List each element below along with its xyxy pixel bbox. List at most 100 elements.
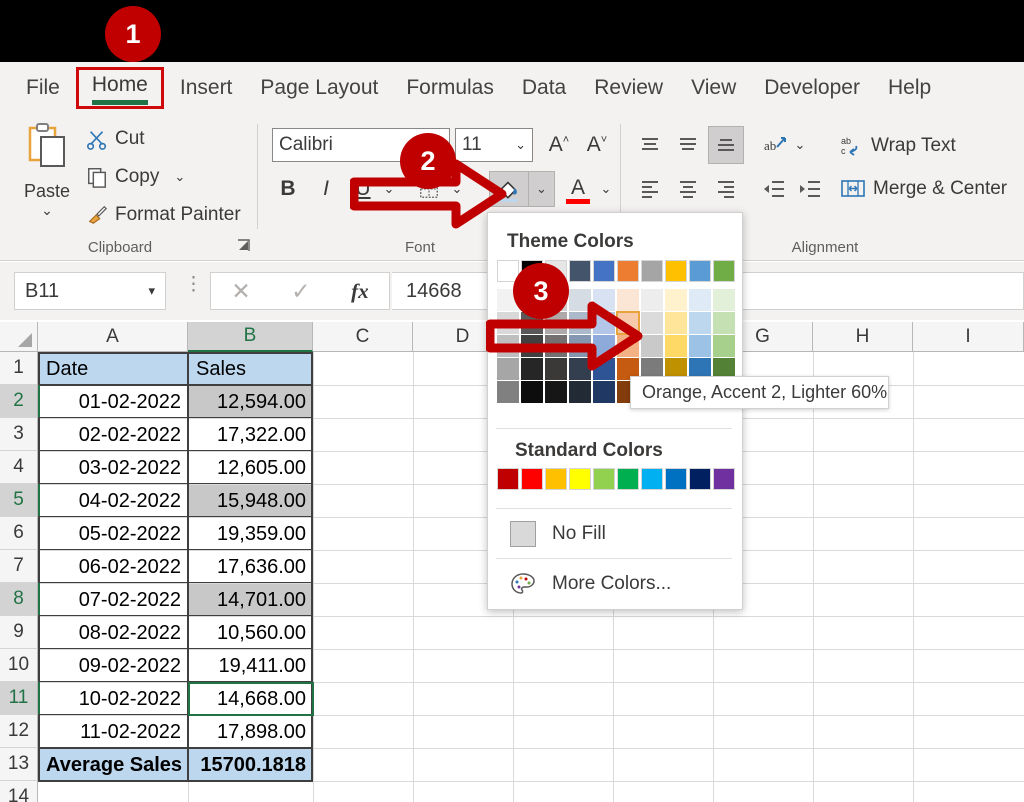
align-right-button[interactable]: [710, 174, 742, 204]
cell-A2[interactable]: 01-02-2022: [39, 386, 188, 418]
column-header-h[interactable]: H: [813, 322, 913, 352]
standard-color-swatch-9[interactable]: [713, 468, 735, 490]
cell-B4[interactable]: 12,605.00: [189, 452, 313, 484]
column-header-c[interactable]: C: [313, 322, 413, 352]
font-color-chevron-down-icon[interactable]: ⌄: [595, 172, 617, 206]
increase-indent-button[interactable]: [794, 174, 826, 204]
fill-color-chevron-down-icon[interactable]: ⌄: [529, 171, 555, 207]
clipboard-dialog-launcher-icon[interactable]: [236, 238, 252, 254]
row-header-9[interactable]: 9: [0, 616, 38, 649]
theme-color-swatch-r2-c8[interactable]: [689, 312, 711, 334]
standard-color-swatch-4[interactable]: [593, 468, 615, 490]
cell-A3[interactable]: 02-02-2022: [39, 419, 188, 451]
insert-function-icon[interactable]: fx: [351, 279, 369, 304]
cell-A10[interactable]: 09-02-2022: [39, 650, 188, 682]
cell-B1[interactable]: Sales: [189, 353, 313, 385]
standard-color-swatch-5[interactable]: [617, 468, 639, 490]
theme-color-swatch-r0-c7[interactable]: [665, 260, 687, 282]
standard-color-swatch-7[interactable]: [665, 468, 687, 490]
cell-B7[interactable]: 17,636.00: [189, 551, 313, 583]
cell-A7[interactable]: 06-02-2022: [39, 551, 188, 583]
tab-formulas[interactable]: Formulas: [392, 70, 508, 106]
cell-A13[interactable]: Average Sales: [39, 749, 188, 781]
column-header-i[interactable]: I: [913, 322, 1024, 352]
font-color-button[interactable]: A: [561, 172, 595, 208]
tab-insert[interactable]: Insert: [166, 70, 247, 106]
cell-B3[interactable]: 17,322.00: [189, 419, 313, 451]
standard-color-swatch-2[interactable]: [545, 468, 567, 490]
cell-B8[interactable]: 14,701.00: [189, 584, 313, 616]
theme-color-swatch-r3-c7[interactable]: [665, 335, 687, 357]
row-header-8[interactable]: 8: [0, 583, 38, 616]
row-header-13[interactable]: 13: [0, 748, 38, 781]
font-size-combo[interactable]: 11 ⌄: [455, 128, 533, 162]
row-header-7[interactable]: 7: [0, 550, 38, 583]
cell-B11[interactable]: 14,668.00: [189, 683, 313, 715]
name-box-chevron-down-icon[interactable]: ▾: [148, 283, 155, 299]
cell-A1[interactable]: Date: [39, 353, 188, 385]
theme-color-swatch-r2-c7[interactable]: [665, 312, 687, 334]
cell-A12[interactable]: 11-02-2022: [39, 716, 188, 748]
cell-A6[interactable]: 05-02-2022: [39, 518, 188, 550]
row-header-10[interactable]: 10: [0, 649, 38, 682]
name-box[interactable]: B11 ▾: [14, 272, 166, 310]
align-middle-button[interactable]: [672, 130, 704, 160]
cell-B12[interactable]: 17,898.00: [189, 716, 313, 748]
standard-color-swatch-3[interactable]: [569, 468, 591, 490]
tab-file[interactable]: File: [12, 70, 74, 106]
tab-developer[interactable]: Developer: [750, 70, 874, 106]
tab-data[interactable]: Data: [508, 70, 580, 106]
cell-B6[interactable]: 19,359.00: [189, 518, 313, 550]
standard-color-swatch-8[interactable]: [689, 468, 711, 490]
paste-chevron-down-icon[interactable]: ⌄: [14, 202, 80, 219]
row-header-3[interactable]: 3: [0, 418, 38, 451]
tab-home[interactable]: Home: [75, 67, 164, 109]
check-icon[interactable]: ✓: [291, 278, 310, 305]
standard-color-swatch-0[interactable]: [497, 468, 519, 490]
theme-color-swatch-r0-c8[interactable]: [689, 260, 711, 282]
theme-color-swatch-r2-c9[interactable]: [713, 312, 735, 334]
cell-B9[interactable]: 10,560.00: [189, 617, 313, 649]
tab-page-layout[interactable]: Page Layout: [246, 70, 392, 106]
theme-color-swatch-r0-c3[interactable]: [569, 260, 591, 282]
theme-color-swatch-r3-c9[interactable]: [713, 335, 735, 357]
row-header-4[interactable]: 4: [0, 451, 38, 484]
theme-color-swatch-r3-c8[interactable]: [689, 335, 711, 357]
cell-B5[interactable]: 15,948.00: [189, 485, 313, 517]
column-header-b[interactable]: B: [188, 322, 313, 352]
orientation-chevron-down-icon[interactable]: ⌄: [790, 130, 810, 160]
decrease-indent-button[interactable]: [758, 174, 790, 204]
orientation-button[interactable]: ab: [758, 130, 792, 160]
copy-chevron-down-icon[interactable]: ⌄: [174, 169, 185, 185]
theme-color-swatch-r0-c6[interactable]: [641, 260, 663, 282]
bold-button[interactable]: B: [272, 172, 304, 206]
standard-color-swatch-6[interactable]: [641, 468, 663, 490]
theme-color-swatch-r1-c8[interactable]: [689, 289, 711, 311]
theme-color-swatch-r1-c9[interactable]: [713, 289, 735, 311]
merge-center-button[interactable]: Merge & Center: [840, 178, 1007, 200]
theme-color-swatch-r0-c9[interactable]: [713, 260, 735, 282]
theme-color-swatch-r0-c4[interactable]: [593, 260, 615, 282]
cell-B13[interactable]: 15700.1818: [189, 749, 313, 781]
theme-color-swatch-r5-c1[interactable]: [521, 381, 543, 403]
cell-A4[interactable]: 03-02-2022: [39, 452, 188, 484]
tab-help[interactable]: Help: [874, 70, 945, 106]
theme-color-swatch-r1-c7[interactable]: [665, 289, 687, 311]
format-painter-button[interactable]: Format Painter: [86, 204, 241, 226]
row-header-12[interactable]: 12: [0, 715, 38, 748]
row-header-6[interactable]: 6: [0, 517, 38, 550]
standard-color-swatch-1[interactable]: [521, 468, 543, 490]
formula-bar-grip[interactable]: ⋮: [184, 275, 203, 294]
copy-button[interactable]: Copy ⌄: [86, 166, 185, 188]
cell-A11[interactable]: 10-02-2022: [39, 683, 188, 715]
column-header-a[interactable]: A: [38, 322, 188, 352]
select-all-corner[interactable]: [0, 322, 38, 352]
row-header-2[interactable]: 2: [0, 385, 38, 418]
decrease-font-size-button[interactable]: A˅: [580, 128, 614, 162]
theme-color-swatch-r5-c3[interactable]: [569, 381, 591, 403]
theme-color-swatch-r5-c0[interactable]: [497, 381, 519, 403]
row-header-14[interactable]: 14: [0, 781, 38, 802]
cell-B2[interactable]: 12,594.00: [189, 386, 313, 418]
font-size-chevron-down-icon[interactable]: ⌄: [515, 137, 526, 153]
cut-button[interactable]: Cut: [86, 128, 145, 150]
